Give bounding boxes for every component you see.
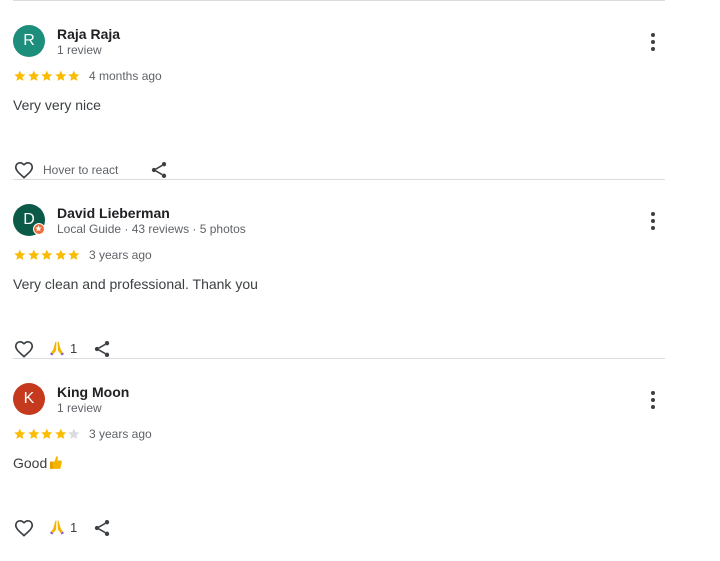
review-date: 4 months ago	[89, 69, 162, 83]
star-filled-icon	[41, 249, 53, 260]
praying-hands-icon[interactable]	[49, 340, 65, 356]
share-icon[interactable]	[92, 518, 112, 538]
avatar[interactable]: K	[13, 383, 45, 415]
star-filled-icon	[55, 70, 67, 81]
reaction-count: 1	[70, 341, 78, 356]
star-filled-icon	[68, 70, 80, 81]
star-filled-icon	[27, 70, 39, 81]
reaction-count: 1	[70, 520, 78, 535]
star-rating	[13, 427, 81, 441]
reviewer-meta: Local Guide · 43 reviews · 5 photos	[57, 222, 246, 236]
review-card: K King Moon 1 review 3 years ago Good 1	[13, 383, 665, 561]
local-guide-badge-icon	[33, 223, 45, 235]
star-filled-icon	[41, 428, 53, 439]
divider	[13, 179, 665, 180]
heart-icon[interactable]	[13, 338, 35, 360]
review-date: 3 years ago	[89, 427, 152, 441]
thumbs-up-emoji-icon	[50, 456, 63, 469]
review-text-container: Good	[13, 455, 63, 471]
review-text: Very clean and professional. Thank you	[13, 276, 258, 292]
review-card: R Raja Raja 1 review 4 months ago Very v…	[13, 25, 665, 203]
star-filled-icon	[27, 428, 39, 439]
divider	[13, 0, 665, 1]
avatar[interactable]: D	[13, 204, 45, 236]
star-filled-icon	[27, 249, 39, 260]
review-text: Good	[13, 455, 48, 471]
reviewer-name[interactable]: David Lieberman	[57, 205, 170, 221]
more-options-button[interactable]	[645, 388, 661, 412]
hover-to-react-label[interactable]: Hover to react	[43, 163, 118, 177]
divider	[13, 358, 665, 359]
star-filled-icon	[14, 428, 26, 439]
star-filled-icon	[55, 428, 67, 439]
review-text: Very very nice	[13, 97, 101, 113]
reviewer-name[interactable]: Raja Raja	[57, 26, 120, 42]
more-options-button[interactable]	[645, 30, 661, 54]
reviewer-name[interactable]: King Moon	[57, 384, 129, 400]
praying-hands-icon[interactable]	[49, 519, 65, 535]
more-options-button[interactable]	[645, 209, 661, 233]
star-rating	[13, 248, 81, 262]
star-filled-icon	[55, 249, 67, 260]
share-icon[interactable]	[92, 339, 112, 359]
reviewer-meta: 1 review	[57, 43, 102, 57]
heart-icon[interactable]	[13, 517, 35, 539]
star-rating	[13, 69, 81, 83]
star-filled-icon	[14, 249, 26, 260]
star-filled-icon	[41, 70, 53, 81]
share-icon[interactable]	[149, 160, 169, 180]
review-card: D David Lieberman Local Guide · 43 revie…	[13, 204, 665, 382]
review-date: 3 years ago	[89, 248, 152, 262]
avatar[interactable]: R	[13, 25, 45, 57]
reviewer-meta: 1 review	[57, 401, 102, 415]
star-filled-icon	[14, 70, 26, 81]
avatar-initial: R	[23, 32, 35, 49]
star-filled-icon	[68, 249, 80, 260]
heart-icon[interactable]	[13, 159, 35, 181]
avatar-initial: K	[23, 390, 35, 407]
star-empty-icon	[68, 428, 80, 439]
